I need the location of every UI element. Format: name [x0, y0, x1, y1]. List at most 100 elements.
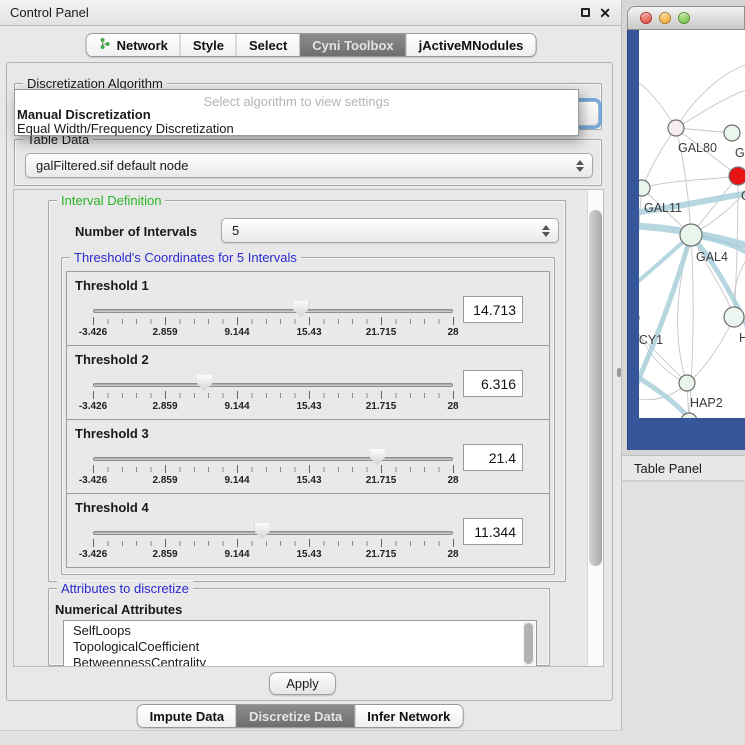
slider-major-ticks	[93, 317, 455, 325]
bottom-strip	[0, 730, 622, 745]
tab-label: Network	[117, 38, 168, 53]
vertical-scrollbar[interactable]	[587, 190, 603, 666]
axis-tick-label: 28	[447, 401, 458, 412]
float-window-icon[interactable]	[581, 8, 590, 17]
axis-tick-label: 28	[447, 475, 458, 486]
network-node-hap2[interactable]	[679, 375, 695, 391]
table-data-combobox[interactable]: galFiltered.sif default node	[25, 153, 593, 178]
threshold-slider-thumb[interactable]	[293, 301, 308, 317]
tab-jactivemnodules[interactable]: jActiveMNodules	[406, 34, 536, 56]
thresholds-group: Threshold's Coordinates for 5 Intervals …	[61, 257, 555, 575]
threshold-panel-1: Threshold 1-3.4262.8599.14415.4321.71528	[66, 271, 550, 346]
control-panel-window: Control Panel ✕ NetworkStyleSelectCyni T…	[0, 0, 622, 745]
table-panel-titlebar: Table Panel	[622, 455, 745, 481]
attribute-list-item[interactable]: BetweennessCentrality	[73, 655, 536, 667]
threshold-label: Threshold 2	[75, 352, 149, 367]
tab-label: Select	[249, 38, 287, 53]
table-panel-title: Table Panel	[634, 461, 702, 476]
threshold-panel-4: Threshold 4-3.4262.8599.14415.4321.71528	[66, 493, 550, 568]
axis-tick-label: 15.43	[296, 401, 321, 412]
network-node-gal11[interactable]	[639, 180, 650, 196]
tab-label: jActiveMNodules	[419, 38, 524, 53]
control-panel-content: Discretization Algorithm Select algorith…	[6, 62, 613, 701]
threshold-slider-track[interactable]	[93, 531, 453, 535]
network-node-h[interactable]	[724, 307, 744, 327]
network-node-c[interactable]	[729, 167, 745, 185]
threshold-panel-3: Threshold 3-3.4262.8599.14415.4321.71528	[66, 419, 550, 494]
network-node-ga[interactable]	[724, 125, 740, 141]
stepper-arrows-icon	[542, 225, 550, 237]
network-node-label: GAL11	[644, 201, 682, 215]
threshold-value-input[interactable]	[463, 518, 523, 545]
axis-tick-label: 28	[447, 549, 458, 560]
network-node-label: H	[739, 331, 745, 345]
close-traffic-light-icon[interactable]	[640, 12, 652, 24]
threshold-slider-track[interactable]	[93, 383, 453, 387]
network-icon	[99, 37, 112, 53]
window-buttons: ✕	[581, 6, 611, 20]
tab-cyni-toolbox[interactable]: Cyni Toolbox	[299, 34, 405, 56]
tab-infer-network[interactable]: Infer Network	[354, 705, 462, 727]
table-data-combobox-value: galFiltered.sif default node	[36, 158, 188, 173]
thresholds-group-label: Threshold's Coordinates for 5 Intervals	[70, 250, 301, 265]
numerical-attributes-list: SelfLoopsTopologicalCoefficientBetweenne…	[63, 620, 537, 667]
attributes-list-scrollbar[interactable]	[523, 622, 535, 666]
network-node-gal4[interactable]	[680, 224, 702, 246]
axis-tick-label: 21.715	[366, 475, 397, 486]
network-node-label: C	[741, 189, 745, 203]
threshold-slider-track[interactable]	[93, 309, 453, 313]
threshold-slider-thumb[interactable]	[255, 523, 270, 539]
tab-select[interactable]: Select	[236, 34, 299, 56]
threshold-value-input[interactable]	[463, 296, 523, 323]
zoom-traffic-light-icon[interactable]	[678, 12, 690, 24]
algorithm-option-manual[interactable]: Manual Discretization	[17, 107, 151, 122]
tab-style[interactable]: Style	[180, 34, 236, 56]
axis-tick-label: 9.144	[224, 475, 249, 486]
axis-tick-label: 21.715	[366, 549, 397, 560]
network-canvas[interactable]: GAL80GACGAL11GAL4GCY1HHAP2	[639, 30, 745, 418]
network-node-label: HAP2	[690, 396, 723, 410]
number-of-intervals-combobox[interactable]: 5	[221, 218, 559, 243]
attribute-list-item[interactable]: SelfLoops	[73, 623, 536, 639]
threshold-panel-2: Threshold 2-3.4262.8599.14415.4321.71528	[66, 345, 550, 420]
tab-impute-data[interactable]: Impute Data	[138, 705, 236, 727]
axis-tick-label: -3.426	[79, 401, 107, 412]
settings-scrollpane: Interval Definition Number of Intervals …	[13, 189, 604, 667]
tab-label: Infer Network	[367, 709, 450, 724]
minimize-traffic-light-icon[interactable]	[659, 12, 671, 24]
axis-tick-label: 15.43	[296, 549, 321, 560]
tab-discretize-data[interactable]: Discretize Data	[236, 705, 354, 727]
attributes-group: Attributes to discretize Numerical Attri…	[48, 588, 550, 666]
threshold-label: Threshold 1	[75, 278, 149, 293]
tab-label: Style	[193, 38, 224, 53]
network-graph: GAL80GACGAL11GAL4GCY1HHAP2	[639, 30, 745, 418]
slider-major-ticks	[93, 465, 455, 473]
axis-tick-label: 9.144	[224, 401, 249, 412]
slider-major-ticks	[93, 391, 455, 399]
threshold-value-input[interactable]	[463, 444, 523, 471]
algorithm-dropdown-popup: Select algorithm to view settings Manual…	[14, 89, 579, 136]
bottom-tab-bar: Impute DataDiscretize Data Infer Network	[137, 704, 464, 728]
network-node-label: GA	[735, 146, 745, 160]
network-node-label: GAL80	[678, 141, 717, 155]
apply-button[interactable]: Apply	[269, 672, 336, 695]
slider-major-ticks	[93, 539, 455, 547]
threshold-value-input[interactable]	[463, 370, 523, 397]
vertical-scrollbar-thumb[interactable]	[589, 210, 602, 566]
axis-tick-label: 2.859	[152, 475, 177, 486]
network-node-gal80[interactable]	[668, 120, 684, 136]
tab-network[interactable]: Network	[87, 34, 180, 56]
close-icon[interactable]: ✕	[599, 6, 611, 20]
axis-tick-label: -3.426	[79, 475, 107, 486]
axis-tick-label: -3.426	[79, 549, 107, 560]
threshold-slider-track[interactable]	[93, 457, 453, 461]
axis-tick-label: 15.43	[296, 327, 321, 338]
algorithm-option-equal-width[interactable]: Equal Width/Frequency Discretization	[17, 121, 234, 136]
network-node-label: GCY1	[639, 333, 663, 347]
interval-definition-label: Interval Definition	[57, 193, 165, 208]
panel-splitter-handle[interactable]	[617, 368, 621, 377]
threshold-slider-thumb[interactable]	[370, 449, 385, 465]
threshold-slider-thumb[interactable]	[197, 375, 212, 391]
axis-tick-label: 2.859	[152, 401, 177, 412]
attribute-list-item[interactable]: TopologicalCoefficient	[73, 639, 536, 655]
